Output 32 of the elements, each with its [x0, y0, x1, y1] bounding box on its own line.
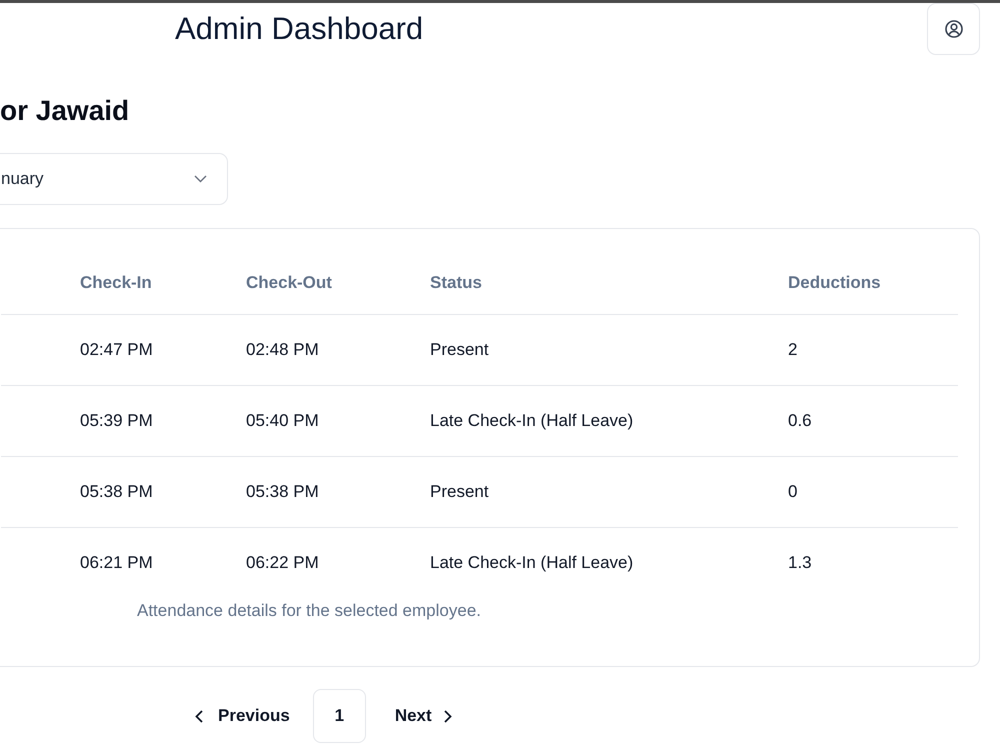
column-header: Check-In [64, 252, 230, 314]
table-cell: 02:48 PM [230, 314, 414, 385]
chevron-left-icon [195, 710, 203, 722]
page-title: Admin Dashboard [174, 10, 424, 48]
table-cell: Late Check-In (Half Leave) [414, 527, 772, 598]
column-header: Status [414, 252, 772, 314]
table-cell: 06:21 PM [64, 527, 230, 598]
employee-heading: or Jawaid [0, 94, 130, 128]
table-cell: Present [414, 456, 772, 527]
table-cell: 0.6 [772, 385, 958, 456]
table-caption: Attendance details for the selected employee. [136, 600, 482, 622]
column-header: Deductions [772, 252, 958, 314]
table-cell: 06:22 PM [230, 527, 414, 598]
table-cell: Present [414, 314, 772, 385]
previous-button[interactable]: Previous [183, 689, 302, 743]
table-cell: 1.3 [772, 527, 958, 598]
chevron-right-icon [444, 710, 452, 722]
column-header: Check-Out [230, 252, 414, 314]
table-cell: 05:38 PM [64, 456, 230, 527]
profile-button[interactable] [927, 3, 980, 55]
table-cell: 05:40 PM [230, 385, 414, 456]
table-cell: 0 [772, 456, 958, 527]
month-select[interactable]: nuary [0, 153, 228, 205]
table-cell: 05:39 PM [64, 385, 230, 456]
page-number-button[interactable]: 1 [312, 689, 366, 743]
user-icon [944, 20, 962, 38]
table-cell: Late Check-In (Half Leave) [414, 385, 772, 456]
next-button[interactable]: Next [382, 689, 464, 743]
table-cell: 05:38 PM [230, 456, 414, 527]
chevron-down-icon [194, 175, 207, 183]
table-cell: 2 [772, 314, 958, 385]
table-cell: 02:47 PM [64, 314, 230, 385]
